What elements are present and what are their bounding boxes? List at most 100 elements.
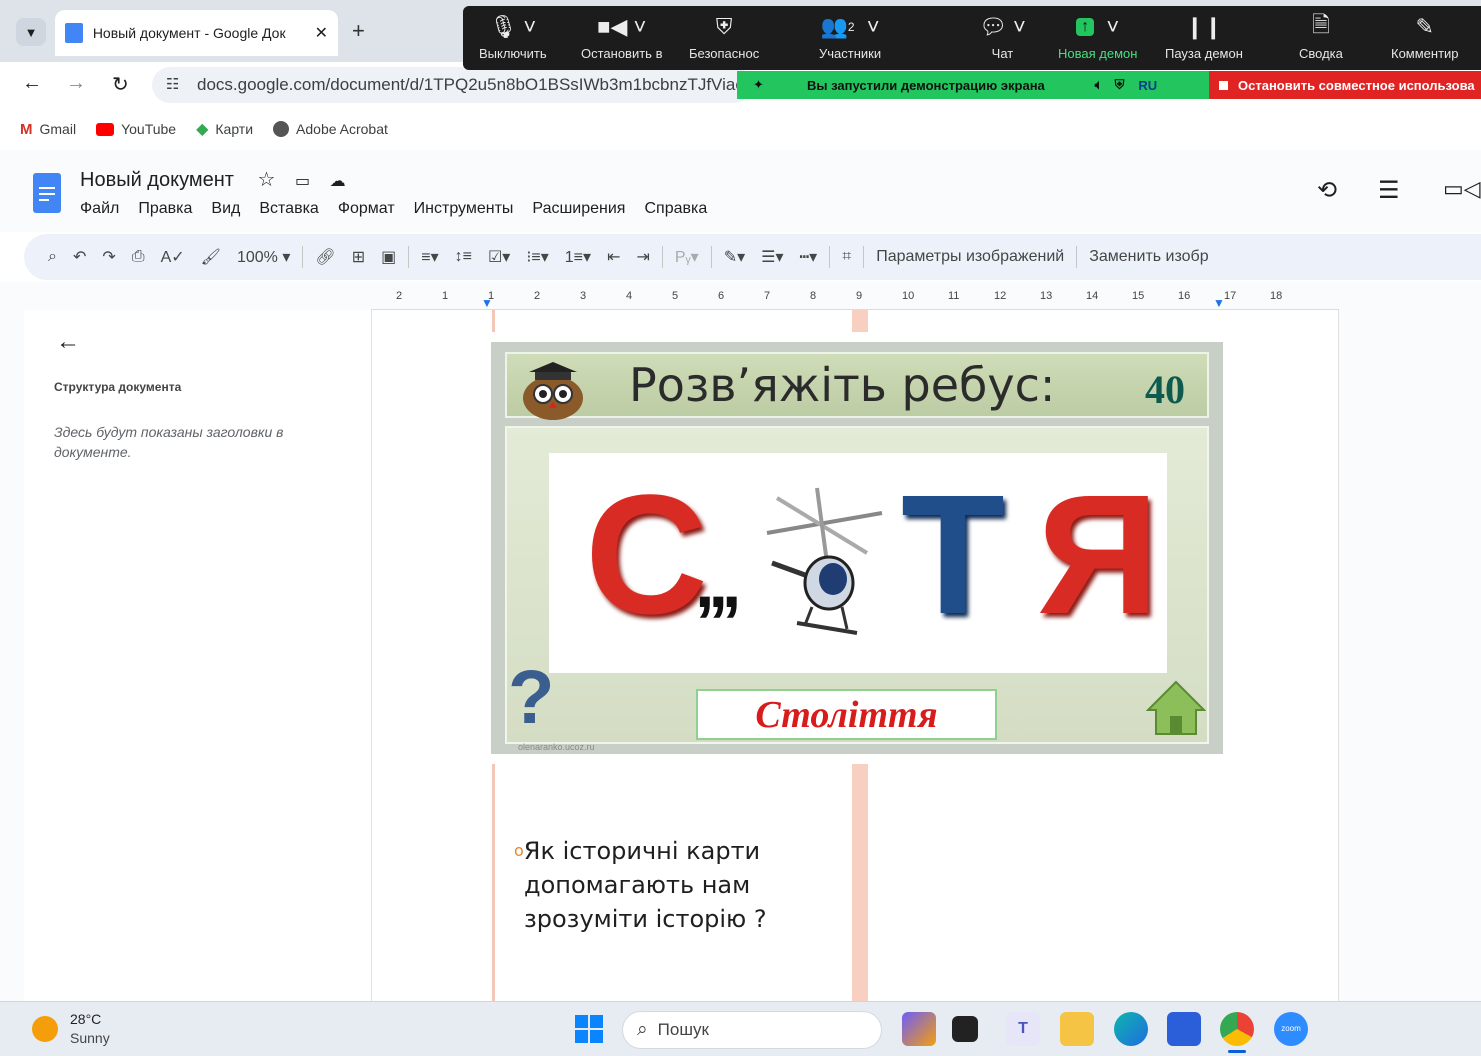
rebus-letter-s: С	[585, 460, 708, 650]
zoom-select[interactable]: 100% ▾	[229, 247, 298, 267]
menu-insert[interactable]: Вставка	[259, 200, 318, 218]
add-comment-icon[interactable]: ⊞	[344, 247, 373, 267]
language-indicator[interactable]: RU	[1138, 78, 1157, 93]
menu-extensions[interactable]: Расширения	[532, 200, 625, 218]
copilot-icon[interactable]	[902, 1012, 936, 1046]
stop-video-button[interactable]: ■◀ ˅ Остановить в	[581, 14, 662, 61]
image-options-button[interactable]: Параметры изображений	[868, 248, 1072, 266]
spellcheck-icon[interactable]: A✓	[153, 247, 193, 267]
comments-icon[interactable]: ☰	[1378, 176, 1400, 205]
task-view-icon[interactable]	[952, 1016, 978, 1042]
close-outline-icon[interactable]: ←	[56, 328, 80, 356]
omnibox[interactable]: ☷ docs.google.com/document/d/1TPQ2u5n8bO…	[152, 67, 752, 103]
reload-icon[interactable]: ↻	[112, 72, 129, 97]
border-weight-icon[interactable]: ☰▾	[753, 247, 791, 267]
bookmark-gmail[interactable]: M Gmail	[20, 121, 76, 138]
chat-icon: 💬︎ ˅	[979, 14, 1026, 39]
bulleted-list-icon[interactable]: ⁝≡▾	[518, 247, 556, 267]
sun-icon	[32, 1016, 58, 1042]
zoom-app-icon[interactable]: zoom	[1274, 1012, 1308, 1046]
version-history-icon[interactable]: ⟲	[1317, 176, 1337, 205]
star-icon[interactable]: ☆	[257, 169, 275, 191]
chevron-down-icon: ▼	[24, 24, 38, 40]
border-dash-icon[interactable]: ┅▾	[792, 247, 826, 267]
undo-icon[interactable]: ↶	[65, 247, 94, 267]
bookmark-youtube[interactable]: YouTube	[96, 121, 176, 137]
border-color-icon[interactable]: ✎▾	[716, 247, 753, 267]
equation-icon[interactable]: Pᵧ▾	[667, 247, 707, 267]
insert-image-icon[interactable]: ▣	[373, 247, 404, 267]
menu-tools[interactable]: Инструменты	[414, 200, 514, 218]
new-tab-button[interactable]: +	[352, 18, 365, 44]
menu-help[interactable]: Справка	[644, 200, 707, 218]
meet-icon[interactable]: ▭◁	[1443, 176, 1481, 202]
cloud-status-icon[interactable]: ☁	[330, 173, 346, 190]
close-tab-icon[interactable]: ✕	[315, 23, 328, 43]
page-margin-line	[492, 310, 495, 332]
start-windows-icon[interactable]	[575, 1015, 603, 1043]
search-menus-icon[interactable]: ⌕	[40, 248, 65, 266]
insert-link-icon[interactable]: 🔗︎	[307, 247, 343, 267]
ruler-tick-label: 2	[396, 290, 403, 302]
indent-marker-icon[interactable]: ▼	[481, 296, 493, 310]
align-icon[interactable]: ≡▾	[413, 247, 446, 267]
replace-image-button[interactable]: Заменить изобр	[1081, 248, 1216, 266]
answer-text: Століття	[755, 693, 938, 736]
back-icon[interactable]: ←	[22, 72, 42, 95]
microphone-icon: 🎙︎ ˅	[489, 14, 537, 39]
annotate-button[interactable]: ✎ Комментир	[1391, 14, 1459, 61]
youtube-icon	[96, 122, 115, 136]
rebus-commas: ,,,	[695, 544, 741, 622]
docs-menu-bar: Файл Правка Вид Вставка Формат Инструмен…	[80, 200, 707, 218]
menu-view[interactable]: Вид	[211, 200, 240, 218]
teams-icon[interactable]: T	[1006, 1012, 1040, 1046]
security-button[interactable]: ⛨ Безопаснос	[689, 14, 759, 61]
ruler-tick-label: 12	[994, 290, 1007, 302]
right-indent-marker-icon[interactable]: ▼	[1213, 296, 1225, 310]
crop-icon[interactable]: ⌗	[834, 248, 859, 266]
store-icon[interactable]	[1167, 1012, 1201, 1046]
site-settings-icon[interactable]: ☷	[166, 75, 179, 93]
increase-indent-icon[interactable]: ⇥	[628, 247, 657, 267]
bookmark-acrobat[interactable]: Adobe Acrobat	[273, 121, 388, 137]
summary-button[interactable]: 🗎 Сводка	[1299, 12, 1343, 61]
numbered-list-icon[interactable]: 1≡▾	[557, 247, 599, 267]
taskbar-search[interactable]: ⌕ Пошук	[622, 1011, 882, 1049]
horizontal-ruler[interactable]: 2 1 1 2 3 4 5 6 7 8 9 10 11 12 13 14 15 16 17 18 ▼ ▼	[371, 284, 1339, 310]
menu-format[interactable]: Формат	[338, 200, 395, 218]
weather-widget[interactable]: 28°C Sunny	[32, 1010, 110, 1048]
paint-format-icon[interactable]: 🖌︎	[193, 247, 229, 267]
body-paragraph[interactable]: oЯк історичні карти допомагають нам зроз…	[514, 834, 767, 936]
document-title-text: Новый документ	[80, 169, 234, 191]
participants-label: Участники	[819, 46, 882, 61]
forward-icon[interactable]: →	[66, 72, 86, 95]
bookmarks-bar: M Gmail YouTube ◆ Карти Adobe Acrobat	[0, 108, 1481, 150]
redo-icon[interactable]: ↷	[94, 247, 123, 267]
menu-edit[interactable]: Правка	[138, 200, 192, 218]
file-explorer-icon[interactable]	[1060, 1012, 1094, 1046]
chat-button[interactable]: 💬︎ ˅ Чат	[979, 14, 1026, 61]
bookmark-maps[interactable]: ◆ Карти	[196, 119, 253, 139]
mute-button[interactable]: 🎙︎ ˅ Выключить	[479, 14, 547, 61]
document-title[interactable]: Новый документ ☆ ▭ ☁	[80, 167, 346, 192]
line-spacing-icon[interactable]: ↕≡	[447, 248, 480, 266]
rebus-picture: С ,,, Т Я	[549, 453, 1167, 673]
menu-file[interactable]: Файл	[80, 200, 119, 218]
audio-icon[interactable]: 🔈︎	[1095, 77, 1103, 93]
browser-tab[interactable]: Новый документ - Google Док ✕	[55, 10, 338, 56]
move-folder-icon[interactable]: ▭	[295, 173, 310, 190]
chrome-icon[interactable]	[1220, 1012, 1254, 1046]
new-share-button[interactable]: ↑ ˅ Новая демон	[1058, 14, 1137, 61]
summary-label: Сводка	[1299, 46, 1343, 61]
drag-handle-icon[interactable]: ✦	[753, 77, 783, 93]
tab-list-button[interactable]: ▼	[16, 18, 46, 46]
print-icon[interactable]: ⎙	[124, 248, 153, 266]
docs-logo-icon[interactable]	[33, 173, 61, 213]
participants-button[interactable]: 👥 2 ˅ Участники	[819, 14, 881, 61]
docs-favicon-icon	[65, 23, 83, 43]
decrease-indent-icon[interactable]: ⇤	[599, 247, 628, 267]
pause-share-button[interactable]: ❙❙ Пауза демон	[1165, 14, 1243, 61]
stop-share-button[interactable]: Остановить совместное использова	[1209, 71, 1481, 99]
checklist-icon[interactable]: ☑▾	[480, 247, 518, 267]
edge-icon[interactable]	[1114, 1012, 1148, 1046]
